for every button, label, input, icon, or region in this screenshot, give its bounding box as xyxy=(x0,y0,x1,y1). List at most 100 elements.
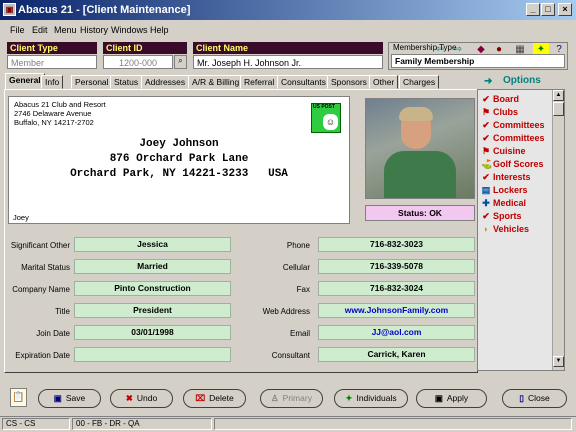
address-city-line: Orchard Park, NY 14221-3233 USA xyxy=(9,167,349,182)
email-link[interactable]: JJ@aol.com xyxy=(318,325,475,340)
addressee-name: Joey Johnson xyxy=(139,138,219,150)
scroll-thumb[interactable] xyxy=(553,102,564,116)
save-button[interactable]: ▣ Save xyxy=(38,389,101,408)
menu-file[interactable]: File xyxy=(10,25,25,35)
menu-windows[interactable]: Windows xyxy=(111,25,148,35)
status-middle: 00 - FB - DR - QA xyxy=(72,418,212,430)
minimize-button[interactable]: _ xyxy=(526,3,540,16)
return-address-line-3: Buffalo, NY 14217-2702 xyxy=(14,118,94,127)
window-title: Abacus 21 - [Client Maintenance] xyxy=(18,4,191,16)
undo-button[interactable]: ✖ Undo xyxy=(110,389,173,408)
membership-type-field[interactable]: Family Membership xyxy=(391,54,565,68)
close-window-button[interactable]: × xyxy=(558,3,572,16)
option-interests[interactable]: ✔ Interests xyxy=(481,172,530,183)
nickname: Joey xyxy=(13,213,29,222)
option-board[interactable]: ✔ Board xyxy=(481,94,519,105)
company-name-field[interactable]: Pinto Construction xyxy=(74,281,231,296)
option-golf-scores[interactable]: ⛳Golf Scores xyxy=(481,159,544,170)
marital-status-field[interactable]: Married xyxy=(74,259,231,274)
menu-history[interactable]: History xyxy=(80,25,108,35)
primary-button[interactable]: ♙ Primary xyxy=(260,389,323,408)
web-address-link[interactable]: www.JohnsonFamily.com xyxy=(318,303,475,318)
status-badge: Status: OK xyxy=(365,205,475,221)
status-left: CS - CS xyxy=(2,418,70,430)
check-icon: ✔ xyxy=(482,211,490,221)
options-title: Options xyxy=(503,75,541,86)
individuals-button[interactable]: ✦ Individuals xyxy=(334,389,408,408)
tab-charges[interactable]: Charges xyxy=(399,75,440,89)
title-field[interactable]: President xyxy=(74,303,231,318)
tab-other[interactable]: Other xyxy=(369,75,399,89)
menu-bar: File Edit Menu History Windows Help ⇦ ⇨ … xyxy=(0,20,576,57)
tab-info[interactable]: Info xyxy=(41,75,64,89)
option-sports[interactable]: ✔ Sports xyxy=(481,211,521,222)
options-arrow-icon: ➜ xyxy=(484,76,493,87)
tab-consultants[interactable]: Consultants xyxy=(277,75,330,89)
fax-field[interactable]: 716-832-3024 xyxy=(318,281,475,296)
significant-other-field[interactable]: Jessica xyxy=(74,237,231,252)
option-clubs[interactable]: ⚑ Clubs xyxy=(481,107,518,118)
client-name-field[interactable]: Mr. Joseph H. Johnson Jr. xyxy=(193,55,383,69)
address-country: USA xyxy=(268,168,288,180)
fax-label: Fax xyxy=(296,285,310,294)
consultant-field[interactable]: Carrick, Karen xyxy=(318,347,475,362)
client-id-field[interactable]: 1200-000 xyxy=(103,55,173,69)
delete-button[interactable]: ⌧ Delete xyxy=(183,389,246,408)
tab-general[interactable]: General xyxy=(5,73,45,90)
mailing-address: Joey Johnson 876 Orchard Park Lane Orcha… xyxy=(9,137,349,182)
menu-help[interactable]: Help xyxy=(150,25,169,35)
tab-ar-billing[interactable]: A/R & Billing xyxy=(188,75,244,89)
option-medical[interactable]: ✚ Medical xyxy=(481,198,526,209)
company-name-label: Company Name xyxy=(12,285,70,294)
flag-icon: ⚑ xyxy=(481,107,491,117)
option-lockers[interactable]: ▤ Lockers xyxy=(481,185,528,196)
consultant-label: Consultant xyxy=(271,351,310,360)
address-label: Abacus 21 Club and Resort 2746 Delaware … xyxy=(8,96,350,224)
significant-other-label: Significant Other xyxy=(10,241,70,250)
flag-icon: ⚑ xyxy=(481,146,491,156)
phone-field[interactable]: 716-832-3023 xyxy=(318,237,475,252)
options-scrollbar[interactable]: ▲ ▼ xyxy=(552,90,564,370)
search-icon[interactable]: ⌕ xyxy=(174,55,187,69)
medical-icon: ✚ xyxy=(482,198,490,208)
scroll-down-icon[interactable]: ▼ xyxy=(553,356,564,367)
apply-button[interactable]: ▣ Apply xyxy=(416,389,487,408)
maximize-button[interactable]: □ xyxy=(541,3,555,16)
address-city: Orchard Park, NY 14221-3233 xyxy=(70,168,249,180)
return-address-line-2: 2746 Delaware Avenue xyxy=(14,109,92,118)
tab-addresses[interactable]: Addresses xyxy=(141,75,190,89)
scroll-up-icon[interactable]: ▲ xyxy=(553,90,564,101)
tab-sponsors[interactable]: Sponsors xyxy=(327,75,371,89)
tab-personal[interactable]: Personal xyxy=(71,75,113,89)
options-list: ✔ Board ⚑ Clubs ✔ Committees ✔ Committees ⚑ C… xyxy=(477,89,565,371)
client-type-label: Client Type xyxy=(7,42,97,54)
membership-type-group: Membership Type Family Membership xyxy=(388,42,568,70)
client-id-label: Client ID xyxy=(103,42,187,54)
check-icon: ✔ xyxy=(482,133,490,143)
close-button[interactable]: ▯ Close xyxy=(502,389,567,408)
cellular-label: Cellular xyxy=(282,263,310,272)
clipboard-icon[interactable]: 📋 xyxy=(10,388,27,407)
menu-edit[interactable]: Edit xyxy=(32,25,48,35)
door-icon: ▯ xyxy=(519,393,524,403)
undo-icon: ✖ xyxy=(125,393,133,403)
marital-status-label: Marital Status xyxy=(21,263,70,272)
phone-label: Phone xyxy=(286,241,310,250)
expiration-date-field[interactable] xyxy=(74,347,231,362)
status-right xyxy=(214,418,572,430)
tab-status[interactable]: Status xyxy=(110,75,143,89)
option-vehicles[interactable]: ◗ Vehicles xyxy=(481,224,529,234)
option-cuisine[interactable]: ⚑ Cuisine xyxy=(481,146,526,157)
option-committees[interactable]: ✔ Committees xyxy=(481,120,544,131)
title-label: Title xyxy=(55,307,70,316)
return-address-line-1: Abacus 21 Club and Resort xyxy=(14,100,106,109)
client-name-label: Client Name xyxy=(193,42,383,54)
join-date-field[interactable]: 03/01/1998 xyxy=(74,325,231,340)
menu-menu[interactable]: Menu xyxy=(54,25,77,35)
individuals-icon: ✦ xyxy=(345,393,353,403)
cellular-field[interactable]: 716-339-5078 xyxy=(318,259,475,274)
app-icon[interactable]: ▣ xyxy=(3,3,16,16)
tab-referral[interactable]: Referral xyxy=(240,75,279,89)
client-type-select[interactable]: Member xyxy=(7,55,97,69)
option-committees-2[interactable]: ✔ Committees xyxy=(481,133,544,144)
